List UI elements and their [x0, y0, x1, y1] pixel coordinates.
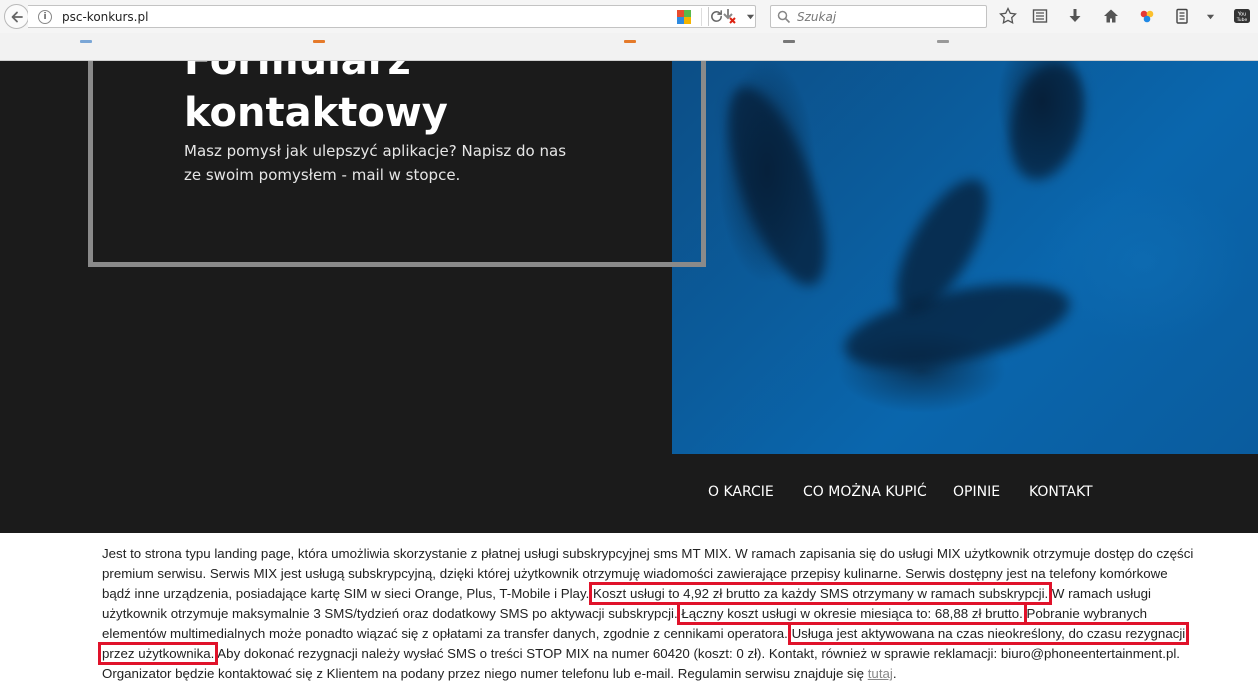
bookmarks-bar: [0, 33, 1258, 61]
terms-line: elementów multimedialnych może ponadto w…: [102, 622, 1252, 645]
url-separator: [701, 8, 702, 26]
terms-line: Jest to strona typu landing page, która …: [102, 544, 1252, 564]
reading-list-icon[interactable]: [1030, 6, 1050, 26]
page-title: Formularz kontaktowy: [184, 61, 448, 136]
hero-photo: [672, 61, 1258, 454]
svg-text:Tube: Tube: [1236, 17, 1248, 23]
bookmark-item[interactable]: [80, 40, 92, 43]
regulations-link[interactable]: tutaj: [868, 666, 893, 681]
terms-line: użytkownik otrzymuje maksymalnie 3 SMS/t…: [102, 602, 1252, 625]
nav-item-o-karcie[interactable]: O KARCIE: [708, 482, 774, 502]
chevron-down-icon[interactable]: [1203, 6, 1217, 26]
terms-text: Aby dokonać rezygnacji należy wysłać SMS…: [214, 646, 1180, 661]
extension-dots-icon[interactable]: [1137, 6, 1157, 26]
hero-section: Formularz kontaktowy Masz pomysł jak ule…: [0, 61, 1258, 533]
terms-text: bądź inne urządzenia, posiadające kartę …: [102, 586, 593, 601]
bookmark-star-icon[interactable]: [998, 6, 1018, 26]
bookmark-item[interactable]: [937, 40, 949, 43]
toolbar-separator: [708, 7, 709, 26]
nav-item-opinie[interactable]: OPINIE: [953, 482, 1000, 502]
terms-text: użytkownik otrzymuje maksymalnie 3 SMS/t…: [102, 606, 682, 621]
bookmark-item[interactable]: [624, 40, 636, 43]
bookmark-item[interactable]: [783, 40, 795, 43]
search-icon: [777, 10, 791, 24]
download-icon[interactable]: [1065, 6, 1085, 26]
nav-item-kontakt[interactable]: KONTAKT: [1029, 482, 1093, 502]
chevron-down-icon[interactable]: [743, 6, 757, 26]
info-icon[interactable]: i: [38, 10, 52, 24]
youtube-icon[interactable]: You Tube: [1232, 6, 1252, 26]
terms-line: Organizator będzie kontaktować się z Kli…: [102, 664, 1252, 684]
terms-text: Jest to strona typu landing page, która …: [102, 546, 1194, 561]
terms-line: bądź inne urządzenia, posiadające kartę …: [102, 582, 1252, 605]
url-bar[interactable]: i psc-konkurs.pl: [28, 5, 756, 28]
browser-toolbar: i psc-konkurs.pl YouTube: [0, 0, 1258, 33]
bookmark-item[interactable]: [313, 40, 325, 43]
search-bar[interactable]: [770, 5, 987, 28]
arrow-left-icon: [11, 11, 23, 22]
svg-text:You: You: [1237, 12, 1247, 18]
highlighted-price-per-sms: Koszt usługi to 4,92 zł brutto za każdy …: [588, 582, 1053, 605]
terms-line: premium serwisu. Serwis MIX jest usługą …: [102, 564, 1252, 584]
hero-subtitle: Masz pomysł jak ulepszyć aplikacje? Napi…: [184, 142, 567, 184]
highlighted-indefinite-term-end: przez użytkownika.: [97, 642, 219, 665]
terms-text: Organizator będzie kontaktować się z Kli…: [102, 666, 868, 681]
terms-text: elementów multimedialnych może ponadto w…: [102, 626, 792, 641]
terms-text: W ramach usługi: [1048, 586, 1151, 601]
search-input[interactable]: [797, 8, 982, 25]
url-text[interactable]: psc-konkurs.pl: [62, 9, 148, 25]
terms-text: premium serwisu. Serwis MIX jest usługą …: [102, 566, 1168, 581]
terms-text: .: [892, 666, 897, 681]
terms-text: Pobranie wybranych: [1022, 606, 1147, 621]
site-extension-icon[interactable]: [676, 9, 692, 25]
highlighted-indefinite-term: Usługa jest aktywowana na czas nieokreśl…: [787, 622, 1190, 645]
clipboard-icon[interactable]: [1172, 6, 1192, 26]
service-terms-text: Jest to strona typu landing page, która …: [97, 544, 1252, 684]
blocked-download-icon[interactable]: [718, 6, 738, 26]
highlighted-monthly-cost: Łączny koszt usługi w okresie miesiąca t…: [677, 602, 1027, 625]
terms-line: przez użytkownika. Aby dokonać rezygnacj…: [97, 642, 1252, 665]
nav-item-co-mozna-kupic[interactable]: CO MOŻNA KUPIĆ: [803, 482, 927, 502]
home-icon[interactable]: [1101, 6, 1121, 26]
back-button[interactable]: [4, 4, 29, 29]
